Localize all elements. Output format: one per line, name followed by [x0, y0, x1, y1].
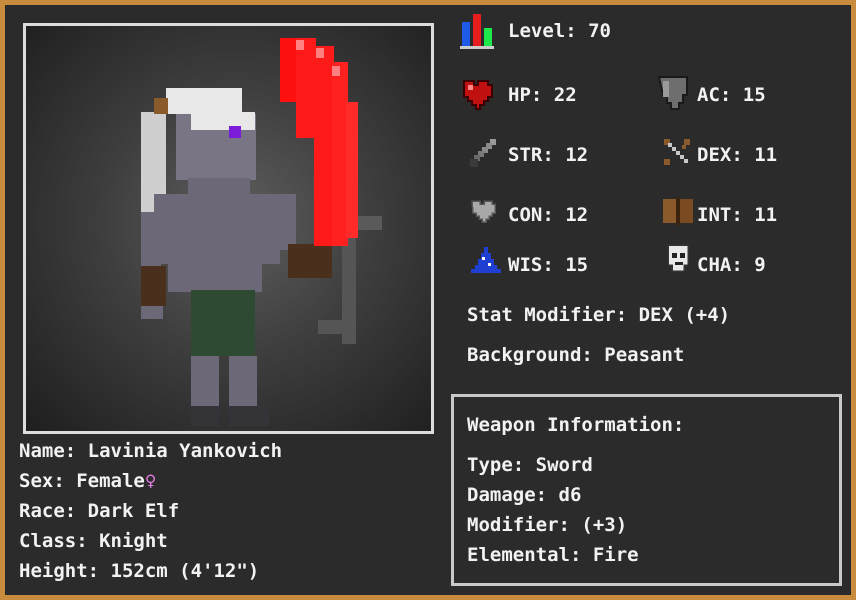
level-label: Level: 70 [508, 20, 611, 42]
shield-icon [657, 76, 688, 110]
ac-label: AC: 15 [697, 84, 766, 106]
con-label: CON: 12 [508, 204, 589, 226]
sex-text: Sex: Female [19, 470, 145, 492]
weapon-modifier-label: Modifier: (+3) [467, 514, 628, 536]
str-label: STR: 12 [508, 144, 589, 166]
dex-label: DEX: 11 [697, 144, 778, 166]
character-sheet: Name: Lavinia Yankovich Sex: Female♀ Rac… [0, 0, 856, 600]
mask-icon [667, 244, 689, 272]
weapon-elemental-label: Elemental: Fire [467, 544, 639, 566]
grey-heart-icon [471, 200, 496, 223]
character-portrait [23, 23, 434, 434]
name-label: Name: Lavinia Yankovich [19, 440, 283, 462]
int-label: INT: 11 [697, 204, 778, 226]
cha-label: CHA: 9 [697, 254, 766, 276]
wis-label: WIS: 15 [508, 254, 589, 276]
race-label: Race: Dark Elf [19, 500, 180, 522]
character-sprite [141, 38, 382, 426]
background-label: Background: Peasant [467, 344, 685, 366]
height-label: Height: 152cm (4'12") [19, 560, 260, 582]
wizard-hat-icon [471, 247, 501, 273]
book-icon [663, 197, 693, 225]
stat-modifier-label: Stat Modifier: DEX (+4) [467, 304, 731, 326]
female-icon: ♀ [144, 470, 157, 492]
sex-label: Sex: Female♀ [19, 469, 156, 493]
weapon-info-title: Weapon Information: [467, 414, 685, 436]
class-label: Class: Knight [19, 530, 168, 552]
weapon-type-label: Type: Sword [467, 454, 593, 476]
bow-icon [664, 139, 690, 165]
sword-icon [470, 139, 496, 167]
weapon-damage-label: Damage: d6 [467, 484, 582, 506]
hp-label: HP: 22 [508, 84, 577, 106]
level-bars-icon [460, 14, 494, 49]
heart-icon [463, 80, 493, 110]
